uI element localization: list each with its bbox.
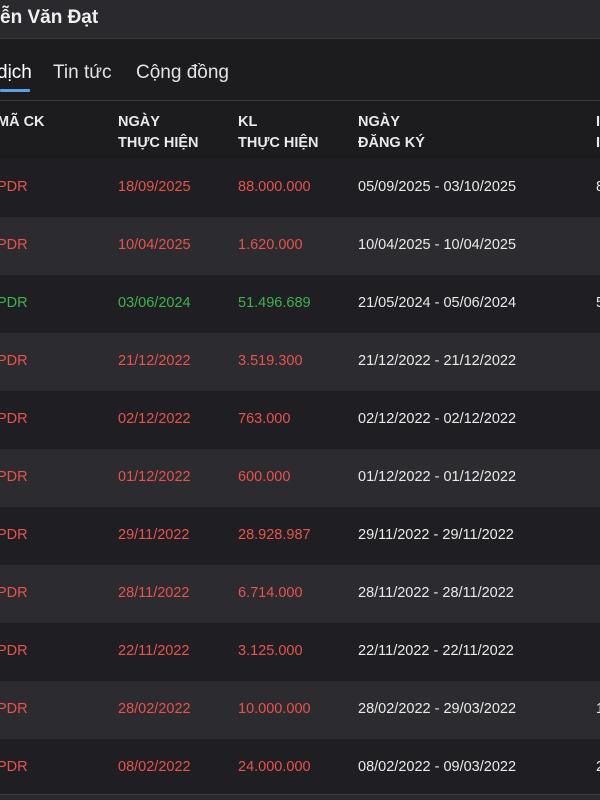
table-row[interactable]: PDR 08/02/2022 24.000.000 08/02/2022 - 09/0…: [0, 739, 600, 797]
execution-volume-cell: 600.000: [238, 469, 291, 485]
stock-code-cell: PDR: [0, 527, 28, 543]
title-bar: ễn Văn Đạt: [0, 0, 600, 39]
execution-volume-cell: 3.519.300: [238, 353, 303, 369]
column-header-registration-date-line1: NGÀY: [358, 114, 400, 130]
column-header-registration-date-line2: ĐĂNG KÝ: [358, 135, 425, 151]
active-tab-indicator: [0, 89, 30, 92]
registration-period-cell: 08/02/2022 - 09/03/2022: [358, 759, 517, 775]
execution-date-cell: 28/11/2022: [118, 585, 190, 601]
column-header-execution-volume[interactable]: KL THỰC HIỆN: [238, 112, 319, 154]
column-header-execution-date-line2: THỰC HIỆN: [118, 135, 199, 151]
table-row[interactable]: PDR 28/11/2022 6.714.000 28/11/2022 - 28/11…: [0, 565, 600, 623]
stock-code-cell: PDR: [0, 237, 28, 253]
registration-period-cell: 10/04/2025 - 10/04/2025: [358, 237, 517, 253]
column-header-execution-date-line1: NGÀY: [118, 114, 160, 130]
tab-community[interactable]: Cộng đồng: [136, 62, 229, 84]
registration-period-cell: 05/09/2025 - 03/10/2025: [358, 179, 517, 195]
insider-trading-screen: ễn Văn Đạt dịch Tin tức Cộng đồng MÃ CK …: [0, 0, 600, 800]
truncated-column-cell: 5: [596, 295, 600, 311]
tab-transactions[interactable]: dịch: [0, 62, 32, 84]
registration-period-cell: 29/11/2022 - 29/11/2022: [358, 527, 514, 543]
tab-bar: dịch Tin tức Cộng đồng: [0, 40, 600, 101]
execution-date-cell: 03/06/2024: [118, 295, 191, 311]
execution-volume-cell: 24.000.000: [238, 759, 311, 775]
stock-code-cell: PDR: [0, 643, 28, 659]
column-header-stock-code-label: MÃ CK: [0, 114, 45, 130]
table-row[interactable]: PDR 22/11/2022 3.125.000 22/11/2022 - 22/11…: [0, 623, 600, 681]
execution-date-cell: 08/02/2022: [118, 759, 191, 775]
stock-code-cell: PDR: [0, 759, 28, 775]
table-row[interactable]: PDR 29/11/2022 28.928.987 29/11/2022 - 29/1…: [0, 507, 600, 565]
column-header-truncated-line1: I: [596, 114, 600, 130]
table-row[interactable]: PDR 02/12/2022 763.000 02/12/2022 - 02/12/2…: [0, 391, 600, 449]
column-header-execution-volume-line1: KL: [238, 114, 258, 130]
column-header-truncated-line2: I: [596, 135, 600, 151]
truncated-column-cell: 8: [596, 179, 600, 195]
transactions-table-body: PDR 18/09/2025 88.000.000 05/09/2025 - 03/1…: [0, 159, 600, 797]
execution-volume-cell: 51.496.689: [238, 295, 311, 311]
truncated-column-cell: 2: [596, 759, 600, 775]
execution-date-cell: 18/09/2025: [118, 179, 191, 195]
execution-date-cell: 22/11/2022: [118, 643, 190, 659]
table-row[interactable]: PDR 03/06/2024 51.496.689 21/05/2024 - 05/0…: [0, 275, 600, 333]
execution-volume-cell: 88.000.000: [238, 179, 311, 195]
registration-period-cell: 21/05/2024 - 05/06/2024: [358, 295, 517, 311]
table-row[interactable]: PDR 21/12/2022 3.519.300 21/12/2022 - 21/12…: [0, 333, 600, 391]
table-row[interactable]: PDR 28/02/2022 10.000.000 28/02/2022 - 29/0…: [0, 681, 600, 739]
registration-period-cell: 02/12/2022 - 02/12/2022: [358, 411, 517, 427]
execution-volume-cell: 1.620.000: [238, 237, 303, 253]
execution-volume-cell: 6.714.000: [238, 585, 303, 601]
table-row[interactable]: PDR 18/09/2025 88.000.000 05/09/2025 - 03/1…: [0, 159, 600, 217]
registration-period-cell: 28/02/2022 - 29/03/2022: [358, 701, 517, 717]
execution-date-cell: 28/02/2022: [118, 701, 191, 717]
column-header-execution-date[interactable]: NGÀY THỰC HIỆN: [118, 112, 199, 154]
stock-code-cell: PDR: [0, 179, 28, 195]
execution-date-cell: 10/04/2025: [118, 237, 191, 253]
table-row[interactable]: PDR 01/12/2022 600.000 01/12/2022 - 01/12/2…: [0, 449, 600, 507]
execution-volume-cell: 763.000: [238, 411, 291, 427]
column-header-execution-volume-line2: THỰC HIỆN: [238, 135, 319, 151]
stock-code-cell: PDR: [0, 469, 28, 485]
execution-volume-cell: 28.928.987: [238, 527, 311, 543]
registration-period-cell: 22/11/2022 - 22/11/2022: [358, 643, 514, 659]
execution-volume-cell: 10.000.000: [238, 701, 311, 717]
column-header-stock-code[interactable]: MÃ CK: [0, 112, 45, 133]
column-header-truncated[interactable]: I I: [596, 112, 600, 154]
execution-date-cell: 21/12/2022: [118, 353, 191, 369]
stock-code-cell: PDR: [0, 295, 28, 311]
execution-date-cell: 29/11/2022: [118, 527, 190, 543]
execution-volume-cell: 3.125.000: [238, 643, 303, 659]
stock-code-cell: PDR: [0, 701, 28, 717]
stock-code-cell: PDR: [0, 353, 28, 369]
registration-period-cell: 21/12/2022 - 21/12/2022: [358, 353, 517, 369]
registration-period-cell: 28/11/2022 - 28/11/2022: [358, 585, 514, 601]
execution-date-cell: 02/12/2022: [118, 411, 191, 427]
person-name-title: ễn Văn Đạt: [0, 7, 99, 28]
tab-news[interactable]: Tin tức: [53, 62, 111, 84]
table-row[interactable]: PDR 10/04/2025 1.620.000 10/04/2025 - 10/04…: [0, 217, 600, 275]
truncated-column-cell: 1: [596, 701, 600, 717]
registration-period-cell: 01/12/2022 - 01/12/2022: [358, 469, 517, 485]
execution-date-cell: 01/12/2022: [118, 469, 191, 485]
stock-code-cell: PDR: [0, 585, 28, 601]
table-header: MÃ CK NGÀY THỰC HIỆN KL THỰC HIỆN NGÀY Đ…: [0, 101, 600, 159]
stock-code-cell: PDR: [0, 411, 28, 427]
bottom-bar: [0, 794, 600, 800]
column-header-registration-date[interactable]: NGÀY ĐĂNG KÝ: [358, 112, 425, 154]
